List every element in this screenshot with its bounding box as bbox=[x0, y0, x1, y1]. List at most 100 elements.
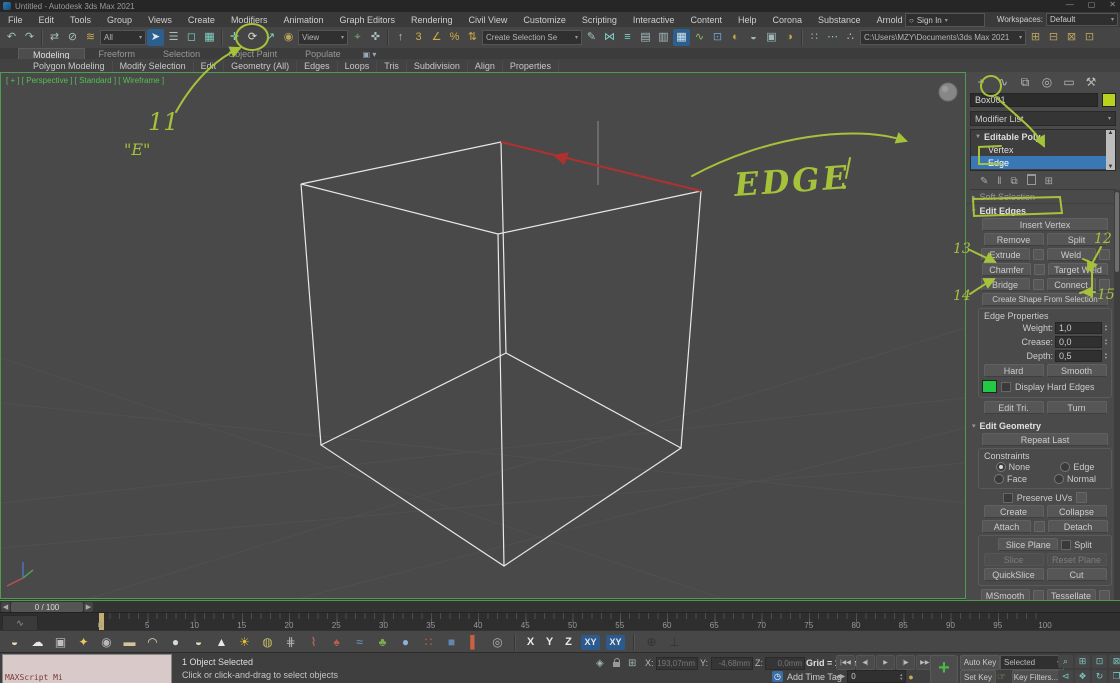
preserve-uvs-checkbox[interactable] bbox=[1002, 492, 1013, 503]
water-icon[interactable]: ≈ bbox=[351, 634, 368, 650]
minimize-icon[interactable]: — bbox=[1066, 0, 1074, 9]
menu-item[interactable]: Create bbox=[180, 15, 223, 25]
compass-icon[interactable]: ◎ bbox=[489, 634, 506, 650]
render-setup-icon[interactable]: ◒ bbox=[745, 29, 762, 46]
absolute-offset-toggle-icon[interactable]: ⊞ bbox=[628, 658, 636, 669]
rendered-frame-icon[interactable]: ▣ bbox=[763, 29, 780, 46]
menu-item[interactable]: Tools bbox=[62, 15, 99, 25]
keyboard-override-icon[interactable]: ↑ bbox=[392, 29, 409, 46]
dome-icon[interactable]: ◠ bbox=[144, 634, 161, 650]
split-button[interactable]: Split bbox=[1046, 233, 1107, 246]
selected-edge[interactable] bbox=[500, 141, 702, 192]
constraint-none-radio[interactable] bbox=[995, 462, 1006, 472]
cube-icon[interactable]: ■ bbox=[443, 634, 460, 650]
expand-triangle-icon[interactable]: ▼ bbox=[975, 134, 981, 140]
reset-plane-button[interactable]: Reset Plane bbox=[1046, 553, 1107, 566]
hierarchy-tab-icon[interactable]: ⧉ bbox=[1018, 75, 1032, 90]
turn-button[interactable]: Turn bbox=[1046, 401, 1107, 414]
repeat-last-button[interactable]: Repeat Last bbox=[982, 433, 1108, 446]
mini-curve-editor-button[interactable]: ∿ bbox=[2, 615, 38, 631]
stack-item-edge[interactable]: Edge bbox=[971, 156, 1109, 169]
stack-scrollbar[interactable]: ▲ ▼ bbox=[1106, 130, 1115, 170]
y-coordinate-field[interactable]: -4,68mm bbox=[711, 657, 753, 670]
select-and-link-icon[interactable]: ⇄ bbox=[46, 29, 63, 46]
scroll-up-icon[interactable]: ▲ bbox=[1108, 130, 1114, 136]
weld-settings-button[interactable] bbox=[1098, 249, 1110, 260]
select-and-scale-icon[interactable]: ↗ bbox=[262, 29, 279, 46]
material-editor-icon[interactable]: ◐ bbox=[727, 29, 744, 46]
utilities-tab-icon[interactable]: ⚒ bbox=[1084, 75, 1098, 89]
edit-geometry-rollout-header[interactable]: ▾ Edit Geometry bbox=[966, 419, 1120, 432]
perspective-viewport[interactable]: [ + ] [ Perspective ] [ Standard ] [ Wir… bbox=[0, 72, 966, 599]
ribbon-panel-item[interactable]: Polygon Modeling bbox=[26, 60, 113, 71]
bridge-button[interactable]: Bridge bbox=[980, 278, 1030, 291]
redo-icon[interactable]: ↷ bbox=[21, 29, 38, 46]
soft-selection-rollout-header[interactable]: ▸ Soft Selection bbox=[966, 190, 1120, 204]
split-checkbox[interactable] bbox=[1061, 539, 1072, 550]
chamfer-settings-button[interactable] bbox=[1034, 264, 1045, 275]
select-by-name-icon[interactable]: ☰ bbox=[165, 29, 182, 46]
ribbon-panel-item[interactable]: Loops bbox=[338, 60, 378, 71]
smooth-button[interactable]: Smooth bbox=[1046, 364, 1107, 377]
unlink-selection-icon[interactable]: ⊘ bbox=[64, 29, 81, 46]
selection-lock-icon[interactable] bbox=[613, 658, 620, 670]
show-end-result-icon[interactable]: ‖ bbox=[997, 176, 1001, 187]
attach-button[interactable]: Attach bbox=[982, 520, 1031, 533]
depth-spinner[interactable]: ▲ ▼ bbox=[1104, 352, 1108, 360]
sun-icon[interactable]: ☀ bbox=[236, 634, 253, 650]
named-selection-sets-icon[interactable]: ✎ bbox=[583, 29, 600, 46]
command-panel-scrollbar[interactable] bbox=[1114, 190, 1120, 600]
layer-explorer-icon[interactable]: ▥ bbox=[655, 29, 672, 46]
ribbon-panel-item[interactable]: Align bbox=[468, 60, 503, 71]
ribbon-panel-item[interactable]: Geometry (All) bbox=[224, 60, 298, 71]
hand-cursor-icon[interactable]: ☞ bbox=[997, 672, 1006, 683]
plant-icon[interactable]: ♠ bbox=[328, 634, 345, 650]
mirror-icon[interactable]: ⋈ bbox=[601, 29, 618, 46]
chamfer-button[interactable]: Chamfer bbox=[982, 263, 1031, 276]
select-and-place-icon[interactable]: ◉ bbox=[280, 29, 297, 46]
rect-selection-region-icon[interactable]: ◻ bbox=[183, 29, 200, 46]
key-step-icons[interactable]: ◀▶ bbox=[836, 673, 845, 680]
target-weld-button[interactable]: Target Weld bbox=[1048, 263, 1108, 276]
ribbon-tab[interactable]: Freeform bbox=[85, 48, 150, 59]
teapot2-icon[interactable]: ◒ bbox=[190, 634, 207, 650]
edit-tri-button[interactable]: Edit Tri. bbox=[983, 401, 1044, 414]
weight-field[interactable]: 1,0 bbox=[1055, 322, 1103, 334]
file-tool-icon-2[interactable]: ⊟ bbox=[1045, 29, 1062, 46]
menu-item[interactable]: Interactive bbox=[625, 15, 683, 25]
extrude-settings-button[interactable] bbox=[1032, 249, 1044, 260]
ribbon-panel-item[interactable]: Modify Selection bbox=[113, 60, 194, 71]
crease-spinner[interactable]: ▲ ▼ bbox=[1104, 338, 1108, 346]
play-button[interactable]: ▶ bbox=[876, 655, 895, 670]
box-icon[interactable]: ▬ bbox=[121, 634, 138, 650]
zoom-region-icon[interactable]: ⊲ bbox=[1058, 670, 1073, 683]
use-pivot-center-icon[interactable]: ⌖ bbox=[349, 29, 366, 46]
dots-row-icon[interactable]: ∴ bbox=[842, 29, 859, 46]
menu-item[interactable]: Substance bbox=[810, 15, 869, 25]
menu-item[interactable]: Edit bbox=[31, 15, 63, 25]
modifier-list-dropdown[interactable]: Modifier List ▾ bbox=[970, 111, 1116, 126]
ribbon-tab[interactable]: Populate bbox=[291, 48, 355, 59]
constraint-face-radio[interactable] bbox=[993, 474, 1004, 484]
select-object-icon[interactable]: ➤ bbox=[147, 29, 164, 46]
z-coordinate-field[interactable]: 0,0mm bbox=[765, 657, 805, 670]
spinner-snap-icon[interactable]: ⇅ bbox=[464, 29, 481, 46]
cloud-icon[interactable]: ☁ bbox=[29, 634, 46, 650]
pan-icon[interactable]: ❖ bbox=[1075, 670, 1090, 683]
foliage-icon[interactable]: ♣ bbox=[374, 634, 391, 650]
menu-item[interactable]: Scripting bbox=[574, 15, 625, 25]
select-and-manipulate-icon[interactable]: ✜ bbox=[367, 29, 384, 46]
project-path-dropdown[interactable]: C:\Users\MZY\Documents\3ds Max 2021 ▾ bbox=[860, 30, 1026, 45]
snap-center-icon[interactable]: ⊕ bbox=[643, 634, 660, 650]
snaps-toggle-icon[interactable]: 3 bbox=[410, 29, 427, 46]
maximize-viewport-icon[interactable]: ❐ bbox=[1109, 670, 1120, 683]
next-frame-button[interactable]: |▶ bbox=[896, 655, 915, 670]
maximize-icon[interactable]: ▢ bbox=[1088, 0, 1096, 9]
scene-explorer-icon[interactable]: ▤ bbox=[637, 29, 654, 46]
next-frame-arrow[interactable]: ▶ bbox=[84, 602, 93, 612]
menu-item[interactable]: Views bbox=[140, 15, 180, 25]
attach-settings-button[interactable] bbox=[1034, 521, 1045, 532]
menu-item[interactable]: Rendering bbox=[403, 15, 461, 25]
key-filters-button[interactable]: Key Filters... bbox=[1012, 670, 1060, 683]
curve-editor-icon[interactable]: ∿ bbox=[691, 29, 708, 46]
